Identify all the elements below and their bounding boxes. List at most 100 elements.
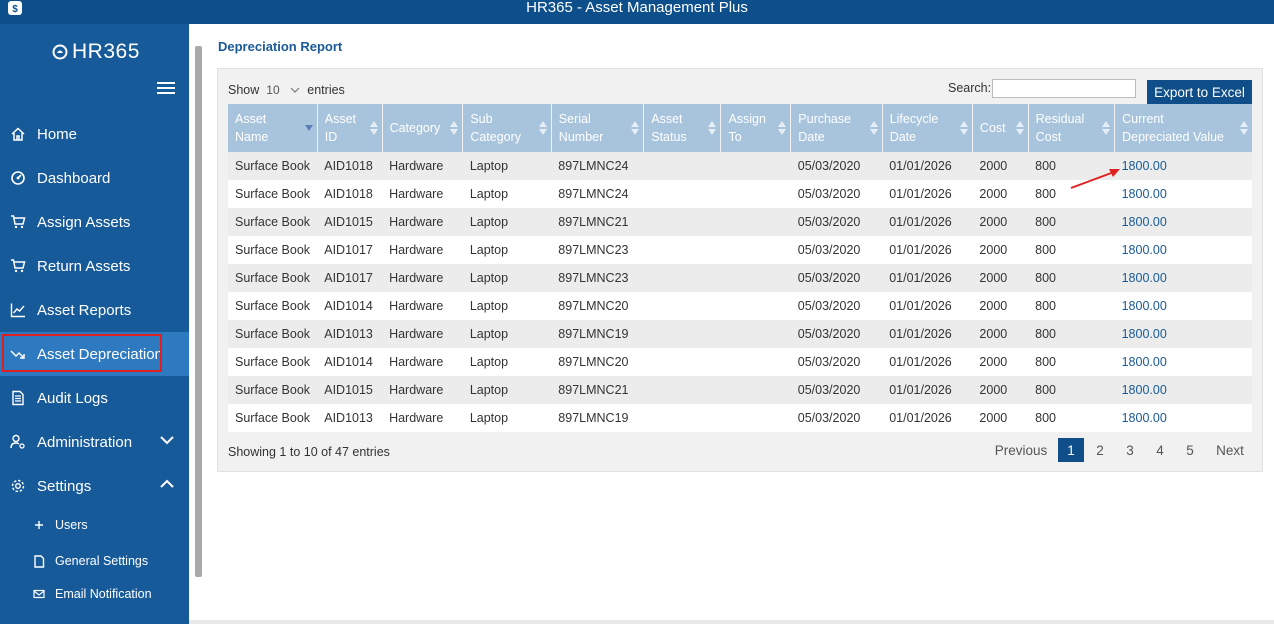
cell-assign-to — [720, 376, 791, 404]
cell-current-depreciated-value[interactable]: 1800.00 — [1114, 208, 1252, 236]
sidebar-subitem-general-settings[interactable]: General Settings — [0, 546, 189, 576]
cell-current-depreciated-value[interactable]: 1800.00 — [1114, 320, 1252, 348]
sidebar-item-assign-assets[interactable]: Assign Assets — [0, 200, 189, 244]
cell-current-depreciated-value[interactable]: 1800.00 — [1114, 180, 1252, 208]
sidebar-item-return-assets[interactable]: Return Assets — [0, 244, 189, 288]
cell-serial-number: 897LMNC21 — [551, 208, 644, 236]
cell-current-depreciated-value[interactable]: 1800.00 — [1114, 404, 1252, 432]
cell-asset-name: Surface Book — [228, 348, 318, 376]
table-row: Surface Book AID1017 Hardware Laptop 897LMNC… — [228, 264, 1252, 292]
sidebar-item-administration[interactable]: Administration — [0, 420, 189, 464]
table-row: Surface Book AID1017 Hardware Laptop 897LMNC… — [228, 236, 1252, 264]
column-header-cost[interactable]: Cost — [972, 104, 1029, 152]
column-header-asset-id[interactable]: Asset ID — [317, 104, 383, 152]
sidebar-item-settings[interactable]: Settings — [0, 464, 189, 508]
column-header-serial-number[interactable]: Serial Number — [551, 104, 645, 152]
cell-cost: 2000 — [972, 152, 1029, 180]
cell-category: Hardware — [382, 320, 463, 348]
page-size-select[interactable]: 10 — [263, 81, 304, 99]
sidebar-subitem-users[interactable]: Users — [0, 510, 189, 540]
column-header-sub-category[interactable]: Sub Category — [462, 104, 552, 152]
cell-serial-number: 897LMNC20 — [551, 348, 644, 376]
search-input[interactable] — [992, 79, 1136, 98]
column-header-current-depreciated-value[interactable]: Current Depreciated Value — [1114, 104, 1252, 152]
cell-purchase-date: 05/03/2020 — [790, 404, 883, 432]
sidebar-item-asset-reports[interactable]: Asset Reports — [0, 288, 189, 332]
cell-current-depreciated-value[interactable]: 1800.00 — [1114, 152, 1252, 180]
cell-asset-name: Surface Book — [228, 180, 318, 208]
hamburger-menu-icon[interactable] — [157, 82, 175, 95]
show-entries: Show 10 entries — [228, 81, 345, 99]
sidebar-item-label: Audit Logs — [37, 389, 108, 407]
cell-residual-cost: 800 — [1028, 376, 1115, 404]
cell-current-depreciated-value[interactable]: 1800.00 — [1114, 348, 1252, 376]
sidebar-item-home[interactable]: Home — [0, 112, 189, 156]
cell-cost: 2000 — [972, 320, 1029, 348]
export-to-excel-button[interactable]: Export to Excel — [1147, 80, 1252, 104]
pagination-page-3[interactable]: 3 — [1118, 438, 1142, 462]
people-settings-icon — [10, 434, 25, 449]
cell-asset-name: Surface Book — [228, 376, 318, 404]
cell-purchase-date: 05/03/2020 — [790, 348, 883, 376]
cell-sub-category: Laptop — [462, 292, 552, 320]
gear-icon — [11, 479, 25, 493]
table-info-text: Showing 1 to 10 of 47 entries — [228, 445, 390, 459]
cell-lifecycle-date: 01/01/2026 — [882, 152, 973, 180]
cell-cost: 2000 — [972, 264, 1029, 292]
sort-icon — [869, 121, 878, 135]
column-header-residual-cost[interactable]: Residual Cost — [1028, 104, 1116, 152]
window-title: HR365 - Asset Management Plus — [526, 0, 748, 16]
pagination-previous[interactable]: Previous — [993, 438, 1049, 462]
sidebar-item-asset-depreciation[interactable]: Asset Depreciation — [0, 332, 189, 376]
cell-asset-status — [643, 264, 721, 292]
pagination-page-5[interactable]: 5 — [1178, 438, 1202, 462]
column-header-assign-to[interactable]: Assign To — [720, 104, 792, 152]
sidebar-subitem-email-notification[interactable]: Email Notification — [0, 579, 189, 609]
vertical-scrollbar[interactable] — [195, 46, 202, 577]
table-row: Surface Book AID1014 Hardware Laptop 897LMNC… — [228, 348, 1252, 376]
cell-purchase-date: 05/03/2020 — [790, 320, 883, 348]
chevron-up-icon[interactable] — [159, 476, 175, 492]
cell-asset-id: AID1013 — [317, 404, 383, 432]
pagination-page-1[interactable]: 1 — [1058, 438, 1084, 462]
cell-asset-name: Surface Book — [228, 404, 318, 432]
sort-icon — [1240, 121, 1248, 135]
pagination-page-4[interactable]: 4 — [1148, 438, 1172, 462]
cell-asset-id: AID1017 — [317, 264, 383, 292]
cell-lifecycle-date: 01/01/2026 — [882, 208, 973, 236]
chevron-down-icon — [290, 87, 300, 93]
pagination-next[interactable]: Next — [1210, 438, 1250, 462]
cell-cost: 2000 — [972, 376, 1029, 404]
cell-asset-status — [643, 348, 721, 376]
column-header-purchase-date[interactable]: Purchase Date — [790, 104, 883, 152]
cell-category: Hardware — [382, 404, 463, 432]
cell-purchase-date: 05/03/2020 — [790, 292, 883, 320]
column-header-asset-status[interactable]: Asset Status — [643, 104, 722, 152]
bottom-divider — [189, 620, 1274, 624]
cell-category: Hardware — [382, 208, 463, 236]
cell-category: Hardware — [382, 348, 463, 376]
cell-current-depreciated-value[interactable]: 1800.00 — [1114, 236, 1252, 264]
cell-current-depreciated-value[interactable]: 1800.00 — [1114, 376, 1252, 404]
sidebar-item-label: Assign Assets — [37, 213, 131, 231]
cell-asset-status — [643, 180, 721, 208]
sidebar-item-dashboard[interactable]: Dashboard — [0, 156, 189, 200]
cell-asset-name: Surface Book — [228, 152, 318, 180]
cell-sub-category: Laptop — [462, 236, 552, 264]
chevron-down-icon[interactable] — [159, 432, 175, 448]
cell-lifecycle-date: 01/01/2026 — [882, 320, 973, 348]
sidebar-subitem-label: Users — [55, 518, 88, 532]
sidebar-item-label: Asset Reports — [37, 301, 132, 319]
cell-asset-name: Surface Book — [228, 320, 318, 348]
cell-cost: 2000 — [972, 180, 1029, 208]
column-header-asset-name[interactable]: Asset Name — [228, 104, 318, 152]
pagination-page-2[interactable]: 2 — [1088, 438, 1112, 462]
cell-current-depreciated-value[interactable]: 1800.00 — [1114, 264, 1252, 292]
cell-serial-number: 897LMNC23 — [551, 264, 644, 292]
column-header-lifecycle-date[interactable]: Lifecycle Date — [882, 104, 973, 152]
cell-current-depreciated-value[interactable]: 1800.00 — [1114, 292, 1252, 320]
sidebar-item-audit-logs[interactable]: Audit Logs — [0, 376, 189, 420]
cell-asset-name: Surface Book — [228, 236, 318, 264]
cell-serial-number: 897LMNC21 — [551, 376, 644, 404]
column-header-category[interactable]: Category — [382, 104, 464, 152]
